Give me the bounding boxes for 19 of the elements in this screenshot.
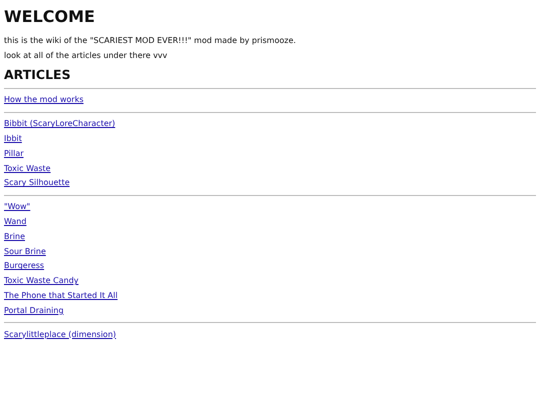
article-link[interactable]: "Wow" [4,202,30,212]
article-link[interactable]: The Phone that Started It All [4,290,118,301]
paragraph: this is the wiki of the "SCARIEST MOD EVER!!!" mod made by prismooze. [4,36,297,45]
article-link[interactable]: Ibbit [4,134,22,144]
article-link[interactable]: Toxic Waste [4,164,51,174]
article-link[interactable]: Scary Silhouette [4,178,70,188]
article-link[interactable]: Wand [4,216,26,227]
paragraph: look at all of the articles under there vvv [4,51,168,60]
article-link[interactable]: Sour Brine [4,246,46,257]
article-link[interactable]: Pillar [4,148,24,159]
article-link[interactable]: Brine [4,232,25,242]
article-link[interactable]: Bibbit (ScaryLoreCharacter) [4,119,116,130]
article-link[interactable]: Toxic Waste Candy [4,276,79,286]
article-link[interactable]: How the mod works [4,95,84,106]
article-link[interactable]: Scarylittleplace (dimension) [4,330,116,340]
page-title: WELCOME [4,8,96,26]
article-link[interactable]: Burgeress [4,261,44,272]
section-heading: ARTICLES [4,68,72,82]
article-link[interactable]: Portal Draining [4,306,64,316]
